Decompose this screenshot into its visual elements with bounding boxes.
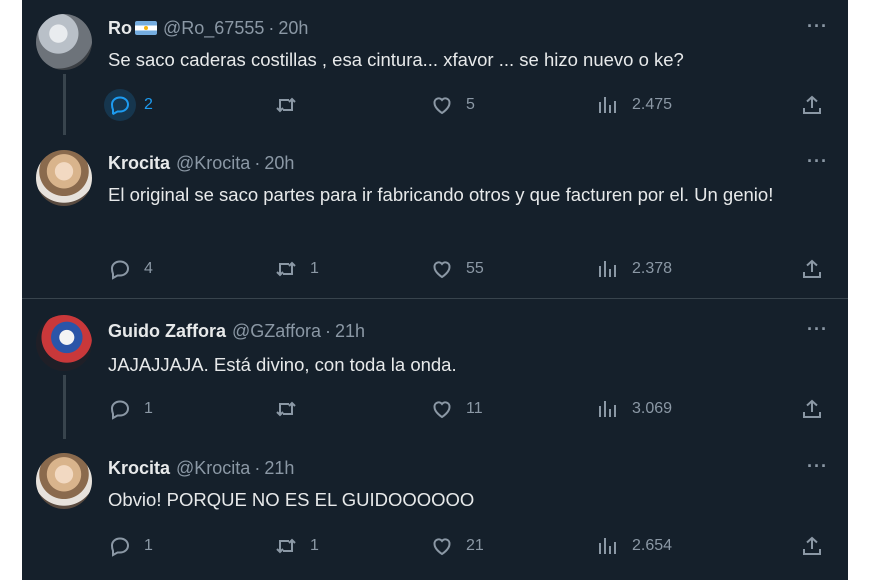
separator: · [268,17,275,38]
separator: · [324,320,331,341]
timestamp[interactable]: 21h [264,458,294,479]
share-icon [803,95,821,114]
view-count: 2.475 [632,96,673,113]
reply-icon [104,89,136,121]
display-name[interactable]: Krocita [108,458,170,479]
retweet-icon [276,97,296,113]
views-button[interactable]: 2.654 [596,531,672,561]
retweet-icon [276,401,296,417]
timestamp[interactable]: 20h [264,153,294,174]
action-bar: 1 1 21 2.654 [108,531,828,561]
tweet-header: Ro @Ro_67555 · 20h [108,15,308,41]
share-button[interactable] [800,394,824,424]
like-button[interactable]: 11 [430,394,483,424]
heart-icon [433,401,451,419]
tweet[interactable]: Krocita @Krocita · 20h ··· El original s… [22,135,848,298]
views-icon [599,97,616,113]
reply-count: 2 [144,96,153,113]
reply-icon [110,537,130,557]
avatar[interactable] [36,315,92,371]
tweet-text: JAJAJJAJA. Está divino, con toda la onda… [108,354,457,375]
more-options-icon[interactable]: ··· [807,456,828,477]
thread-connector-line [63,74,66,135]
like-count: 21 [466,537,484,554]
retweet-button[interactable]: 1 [274,531,319,561]
tweet-header: Guido Zaffora @GZaffora · 21h [108,318,365,344]
more-options-icon[interactable]: ··· [807,16,828,37]
retweet-icon [276,538,296,554]
reply-button[interactable]: 1 [108,531,153,561]
reply-button[interactable]: 1 [108,394,153,424]
retweet-count: 1 [310,537,319,554]
avatar[interactable] [36,150,92,206]
reply-icon [110,400,130,420]
retweet-button[interactable] [274,90,310,120]
views-icon [599,538,616,554]
action-bar: 2 5 2.475 [104,89,828,121]
user-handle[interactable]: @GZaffora [232,321,321,342]
heart-icon [433,97,451,115]
share-button[interactable] [800,90,824,120]
views-button[interactable]: 3.069 [596,394,672,424]
timestamp[interactable]: 20h [278,18,308,39]
reply-icon [110,260,130,280]
separator: · [254,152,261,173]
tweet[interactable]: Krocita @Krocita · 21h ··· Obvio! PORQUE… [22,439,848,580]
tweet[interactable]: Ro @Ro_67555 · 20h ··· Se saco caderas c… [22,0,848,135]
share-button[interactable] [800,531,824,561]
tweet-thread: Ro @Ro_67555 · 20h ··· Se saco caderas c… [22,0,848,580]
share-icon [803,536,821,555]
heart-icon [433,538,451,556]
view-count: 3.069 [632,400,673,417]
avatar[interactable] [36,14,92,70]
user-handle[interactable]: @Ro_67555 [163,18,264,39]
separator: · [254,457,261,478]
like-button[interactable]: 55 [430,254,484,284]
views-icon [599,261,616,277]
views-button[interactable]: 2.378 [596,254,672,284]
more-options-icon[interactable]: ··· [807,319,828,340]
avatar[interactable] [36,453,92,509]
action-bar: 1 11 3.069 [108,394,828,424]
argentina-flag-icon [135,21,157,35]
views-icon [599,401,616,417]
reply-count: 4 [144,260,153,277]
share-icon [803,399,821,418]
like-count: 11 [466,400,483,417]
like-button[interactable]: 5 [430,90,475,120]
user-handle[interactable]: @Krocita [176,153,250,174]
retweet-count: 1 [310,260,319,277]
like-count: 55 [466,260,484,277]
retweet-icon [276,261,296,277]
share-icon [803,259,821,278]
heart-icon [433,261,451,279]
thread-connector-line [63,375,66,439]
like-button[interactable]: 21 [430,531,484,561]
retweet-button[interactable] [274,394,310,424]
like-count: 5 [466,96,475,113]
retweet-button[interactable]: 1 [274,254,319,284]
view-count: 2.378 [632,260,673,277]
display-name[interactable]: Krocita [108,153,170,174]
view-count: 2.654 [632,537,673,554]
views-button[interactable]: 2.475 [596,90,672,120]
user-handle[interactable]: @Krocita [176,458,250,479]
action-bar: 4 1 55 2.378 [108,254,828,284]
timestamp[interactable]: 21h [335,321,365,342]
tweet[interactable]: Guido Zaffora @GZaffora · 21h ··· JAJAJJ… [22,299,848,439]
tweet-text: El original se saco partes para ir fabri… [108,184,774,205]
reply-count: 1 [144,400,153,417]
reply-button[interactable]: 2 [104,89,153,121]
tweet-text: Se saco caderas costillas , esa cintura.… [108,49,684,70]
display-name[interactable]: Guido Zaffora [108,321,226,342]
tweet-header: Krocita @Krocita · 21h [108,455,294,481]
tweet-text: Obvio! PORQUE NO ES EL GUIDOOOOOO [108,489,475,510]
more-options-icon[interactable]: ··· [807,151,828,172]
tweet-header: Krocita @Krocita · 20h [108,150,294,176]
reply-count: 1 [144,537,153,554]
share-button[interactable] [800,254,824,284]
reply-button[interactable]: 4 [108,254,153,284]
display-name[interactable]: Ro [108,18,132,39]
